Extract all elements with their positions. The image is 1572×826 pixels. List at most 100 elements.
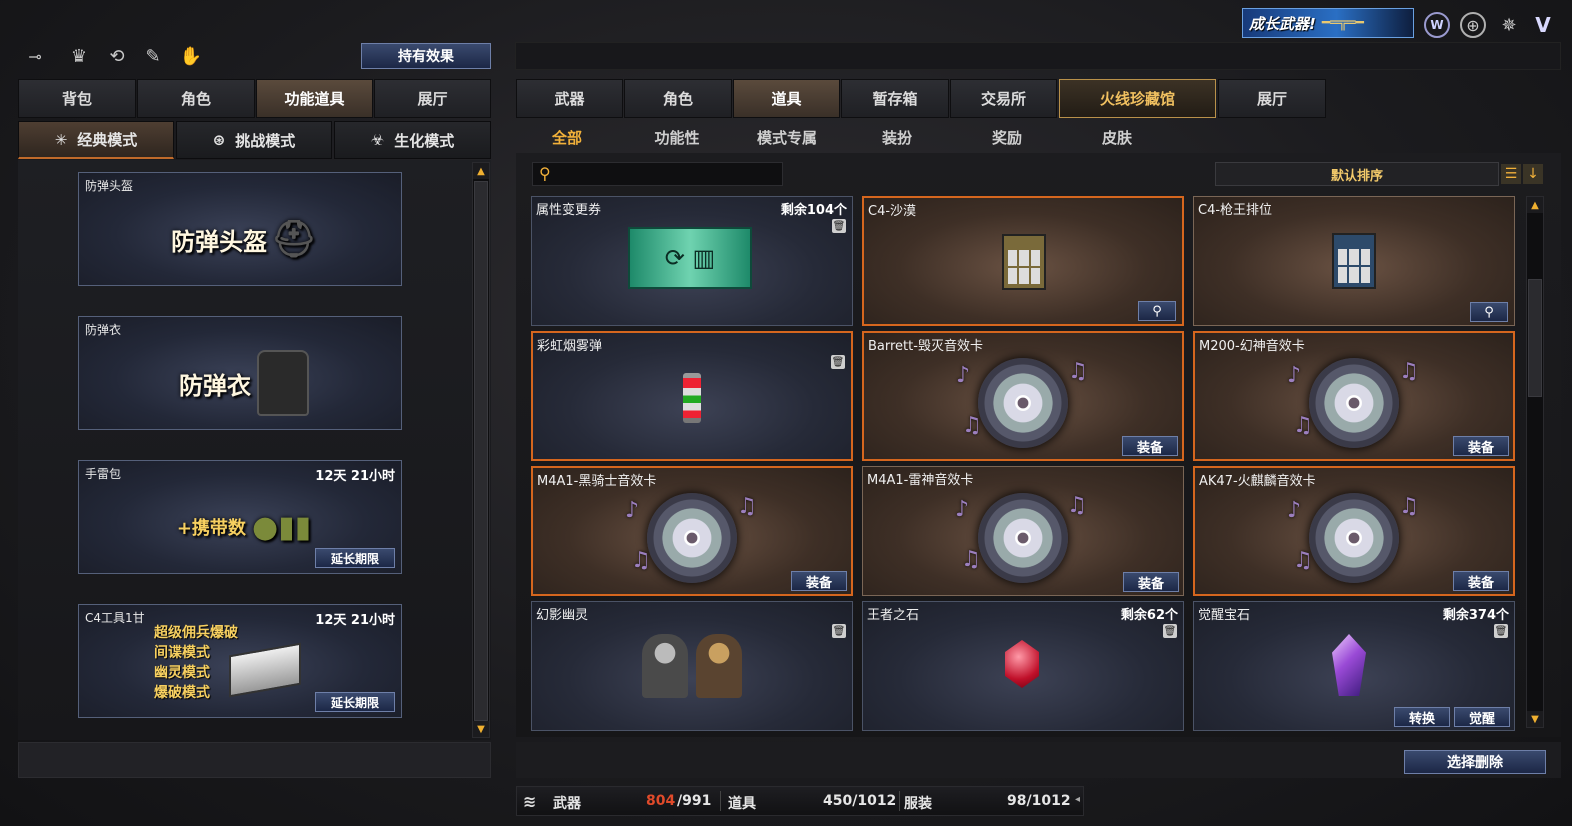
promo-text: 成长武器!: [1249, 14, 1316, 33]
sort-arrow-icon[interactable]: ↓: [1523, 164, 1543, 184]
mode-biohazard[interactable]: ☣ 生化模式: [334, 121, 491, 159]
left-bottom-bar: [18, 742, 491, 778]
search-input[interactable]: [559, 165, 779, 183]
grenade-pack-art: +携带数 ●▮▮: [176, 509, 312, 545]
item-card[interactable]: AK47-火麒麟音效卡 ♪ ♫ ♫ 装备: [1193, 466, 1515, 596]
trash-icon[interactable]: 🗑: [832, 624, 846, 638]
item-count: 450/1012: [823, 793, 897, 809]
subtab-outfit[interactable]: 装扮: [852, 123, 942, 151]
scroll-up-icon[interactable]: ▲: [473, 163, 489, 179]
subtab-reward[interactable]: 奖励: [962, 123, 1052, 151]
effects-button[interactable]: 持有效果: [361, 43, 491, 69]
item-name: M4A1-雷神音效卡: [867, 473, 974, 488]
item-card[interactable]: M4A1-雷神音效卡 ♪ ♫ ♫ 装备: [862, 466, 1184, 596]
equip-button[interactable]: 装备: [1122, 436, 1178, 456]
item-card[interactable]: 彩虹烟雾弹 🗑: [531, 331, 853, 461]
v-badge-icon[interactable]: V: [1530, 12, 1556, 38]
extend-button[interactable]: 延长期限: [315, 548, 395, 568]
key-icon[interactable]: ⊸: [22, 44, 48, 68]
item-card[interactable]: 幻影幽灵 🗑: [531, 601, 853, 731]
scroll-thumb[interactable]: [474, 181, 488, 721]
user-edit-icon[interactable]: ✎: [140, 44, 166, 68]
item-card[interactable]: M200-幻神音效卡 ♪ ♫ ♫ 装备: [1193, 331, 1515, 461]
item-card[interactable]: 王者之石 剩余62个 🗑: [862, 601, 1184, 731]
music-note-icon: ♫: [962, 413, 982, 438]
equip-button[interactable]: 装备: [1123, 572, 1179, 592]
promo-banner[interactable]: 成长武器! ━═╦═━: [1242, 8, 1414, 38]
collapse-arrow-icon[interactable]: ◂: [1075, 794, 1080, 805]
item-card[interactable]: 属性变更券 剩余104个 🗑 ⟳ ▥: [531, 196, 853, 326]
search-icon: ⚲: [539, 164, 551, 183]
item-card[interactable]: M4A1-黑骑士音效卡 ♪ ♫ ♫ 装备: [531, 466, 853, 596]
item-card-c4-tool[interactable]: C4工具1甘 12天 21小时 超级佣兵爆破 间谍模式 幽灵模式 爆破模式 延长…: [78, 604, 402, 718]
item-count: 剩余374个: [1442, 608, 1509, 623]
left-scrollbar[interactable]: ▲ ▼: [472, 162, 490, 738]
music-note-icon: ♫: [1293, 548, 1313, 573]
item-card[interactable]: 觉醒宝石 剩余374个 🗑 转换 觉醒: [1193, 601, 1515, 731]
tab-gallery[interactable]: 展厅: [1218, 79, 1326, 118]
equip-button[interactable]: 装备: [791, 571, 847, 591]
sort-label: 默认排序: [1330, 168, 1383, 184]
tab-roles[interactable]: 角色: [624, 79, 732, 118]
sort-select[interactable]: 默认排序: [1215, 162, 1499, 186]
gift-icon[interactable]: ♛: [66, 44, 92, 68]
mode-challenge[interactable]: ⊛ 挑战模式: [176, 121, 332, 159]
right-scrollbar[interactable]: ▲ ▼: [1526, 196, 1544, 728]
ticket-icon: ⟳ ▥: [628, 227, 752, 289]
tab-collection[interactable]: 火线珍藏馆: [1059, 79, 1216, 118]
subtab-mode[interactable]: 模式专属: [742, 123, 832, 151]
biohazard-icon: ☣: [370, 131, 385, 149]
tab-character[interactable]: 角色: [137, 79, 255, 118]
tab-showroom[interactable]: 展厅: [374, 79, 491, 118]
tab-backpack[interactable]: 背包: [18, 79, 136, 118]
tab-storage[interactable]: 暂存箱: [841, 79, 949, 118]
item-card[interactable]: C4-沙漠 ⚲: [862, 196, 1184, 326]
scroll-up-icon[interactable]: ▲: [1527, 197, 1543, 213]
shield-badge-icon[interactable]: W: [1424, 12, 1450, 38]
convert-button[interactable]: 转换: [1394, 707, 1450, 727]
rifle-icon: ━═╦═━: [1321, 15, 1364, 31]
subtab-skin[interactable]: 皮肤: [1072, 123, 1162, 151]
equip-button[interactable]: 装备: [1453, 571, 1509, 591]
music-note-icon: ♫: [1068, 359, 1088, 384]
item-card-vest[interactable]: 防弹衣 防弹衣: [78, 316, 402, 430]
music-note-icon: ♫: [631, 548, 651, 573]
magnifier-icon: ⚲: [1484, 304, 1494, 320]
globe-badge-icon[interactable]: ⊕: [1460, 12, 1486, 38]
awaken-button[interactable]: 觉醒: [1454, 707, 1510, 727]
ghost-soldiers-icon: [636, 634, 748, 700]
mode-label: 挑战模式: [235, 131, 296, 150]
trash-icon[interactable]: 🗑: [832, 219, 846, 233]
scroll-thumb[interactable]: [1528, 279, 1542, 397]
item-name: 王者之石: [867, 608, 920, 623]
list-view-icon[interactable]: ☰: [1501, 164, 1521, 184]
search-box[interactable]: ⚲: [532, 162, 783, 186]
mode-classic[interactable]: ✳ 经典模式: [18, 121, 174, 159]
tab-exchange[interactable]: 交易所: [950, 79, 1057, 118]
item-card-grenade-pack[interactable]: 手雷包 12天 21小时 +携带数 ●▮▮ 延长期限: [78, 460, 402, 574]
tab-weapons[interactable]: 武器: [516, 79, 623, 118]
extend-button[interactable]: 延长期限: [315, 692, 395, 712]
select-delete-button[interactable]: 选择删除: [1404, 750, 1546, 774]
wings-badge-icon[interactable]: ✵: [1496, 12, 1522, 38]
subtab-functional[interactable]: 功能性: [632, 123, 722, 151]
tab-function-items[interactable]: 功能道具: [256, 79, 373, 118]
trash-icon[interactable]: 🗑: [831, 355, 845, 369]
tab-items[interactable]: 道具: [733, 79, 840, 118]
red-gem-icon: [1005, 640, 1039, 688]
preview-button[interactable]: ⚲: [1470, 302, 1508, 322]
item-card[interactable]: C4-枪王排位 ⚲: [1193, 196, 1515, 326]
item-card[interactable]: Barrett-毁灭音效卡 ♪ ♫ ♫ 装备: [862, 331, 1184, 461]
trash-icon[interactable]: 🗑: [1163, 624, 1177, 638]
preview-button[interactable]: ⚲: [1138, 301, 1176, 321]
item-card-helmet[interactable]: 防弹头盔 防弹头盔 ⛑: [78, 172, 402, 286]
subtab-all[interactable]: 全部: [522, 123, 612, 151]
scroll-down-icon[interactable]: ▼: [1527, 711, 1543, 727]
sound-disc-icon: [647, 493, 737, 583]
equip-button[interactable]: 装备: [1453, 436, 1509, 456]
grenade-icon: ●▮▮: [251, 509, 312, 545]
trash-icon[interactable]: 🗑: [1494, 624, 1508, 638]
refresh-icon[interactable]: ⟲: [104, 44, 130, 68]
scroll-down-icon[interactable]: ▼: [473, 721, 489, 737]
hand-icon[interactable]: ✋: [178, 44, 204, 68]
